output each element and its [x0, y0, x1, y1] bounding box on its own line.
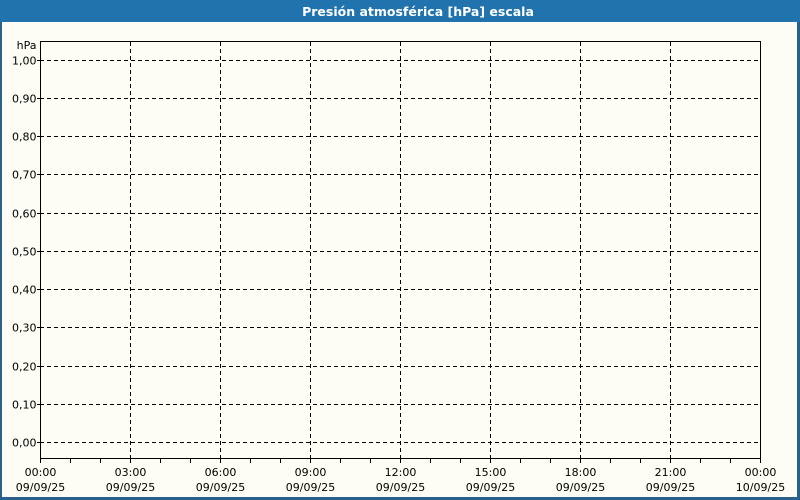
y-tick-label: 0,30 — [12, 322, 37, 335]
x-tick-time-label: 15:00 — [475, 466, 507, 479]
x-tick-time-label: 18:00 — [565, 466, 597, 479]
x-tick-time-label: 00:00 — [25, 466, 57, 479]
x-tick-time-label: 21:00 — [655, 466, 687, 479]
y-tick-label: 0,10 — [12, 399, 37, 412]
x-tick-time-label: 09:00 — [295, 466, 327, 479]
y-tick-label: 0,70 — [12, 169, 37, 182]
plot-area: 1,00 0,90 0,80 0,70 0,60 0,50 0,40 0,30 0,20 0,10… — [12, 39, 785, 494]
x-tick-date-label: 09/09/25 — [106, 481, 155, 494]
y-tick-label: 1,00 — [12, 55, 37, 68]
y-tick-label: 0,50 — [12, 246, 37, 259]
y-tick-label: 0,40 — [12, 284, 37, 297]
y-tick-label: 0,60 — [12, 208, 37, 221]
x-tick-date-label: 09/09/25 — [196, 481, 245, 494]
x-tick-date-label: 09/09/25 — [376, 481, 425, 494]
x-tick-time-label: 12:00 — [385, 466, 417, 479]
y-axis-unit-label: hPa — [17, 39, 37, 52]
x-tick-date-label: 09/09/25 — [556, 481, 605, 494]
y-tick-label: 0,00 — [12, 437, 37, 450]
chart-window: Presión atmosférica [hPa] escala 1,00 0,9… — [0, 0, 800, 500]
x-tick-date-label: 09/09/25 — [466, 481, 515, 494]
x-tick-date-label: 09/09/25 — [286, 481, 335, 494]
x-tick-date-label: 10/09/25 — [736, 481, 785, 494]
y-tick-label: 0,20 — [12, 361, 37, 374]
x-tick-date-label: 09/09/25 — [646, 481, 695, 494]
x-tick-date-label: 09/09/25 — [16, 481, 65, 494]
y-tick-label: 0,90 — [12, 93, 37, 106]
x-tick-time-label: 03:00 — [115, 466, 147, 479]
x-tick-time-label: 06:00 — [205, 466, 237, 479]
x-tick-time-label: 00:00 — [745, 466, 777, 479]
y-tick-label: 0,80 — [12, 131, 37, 144]
